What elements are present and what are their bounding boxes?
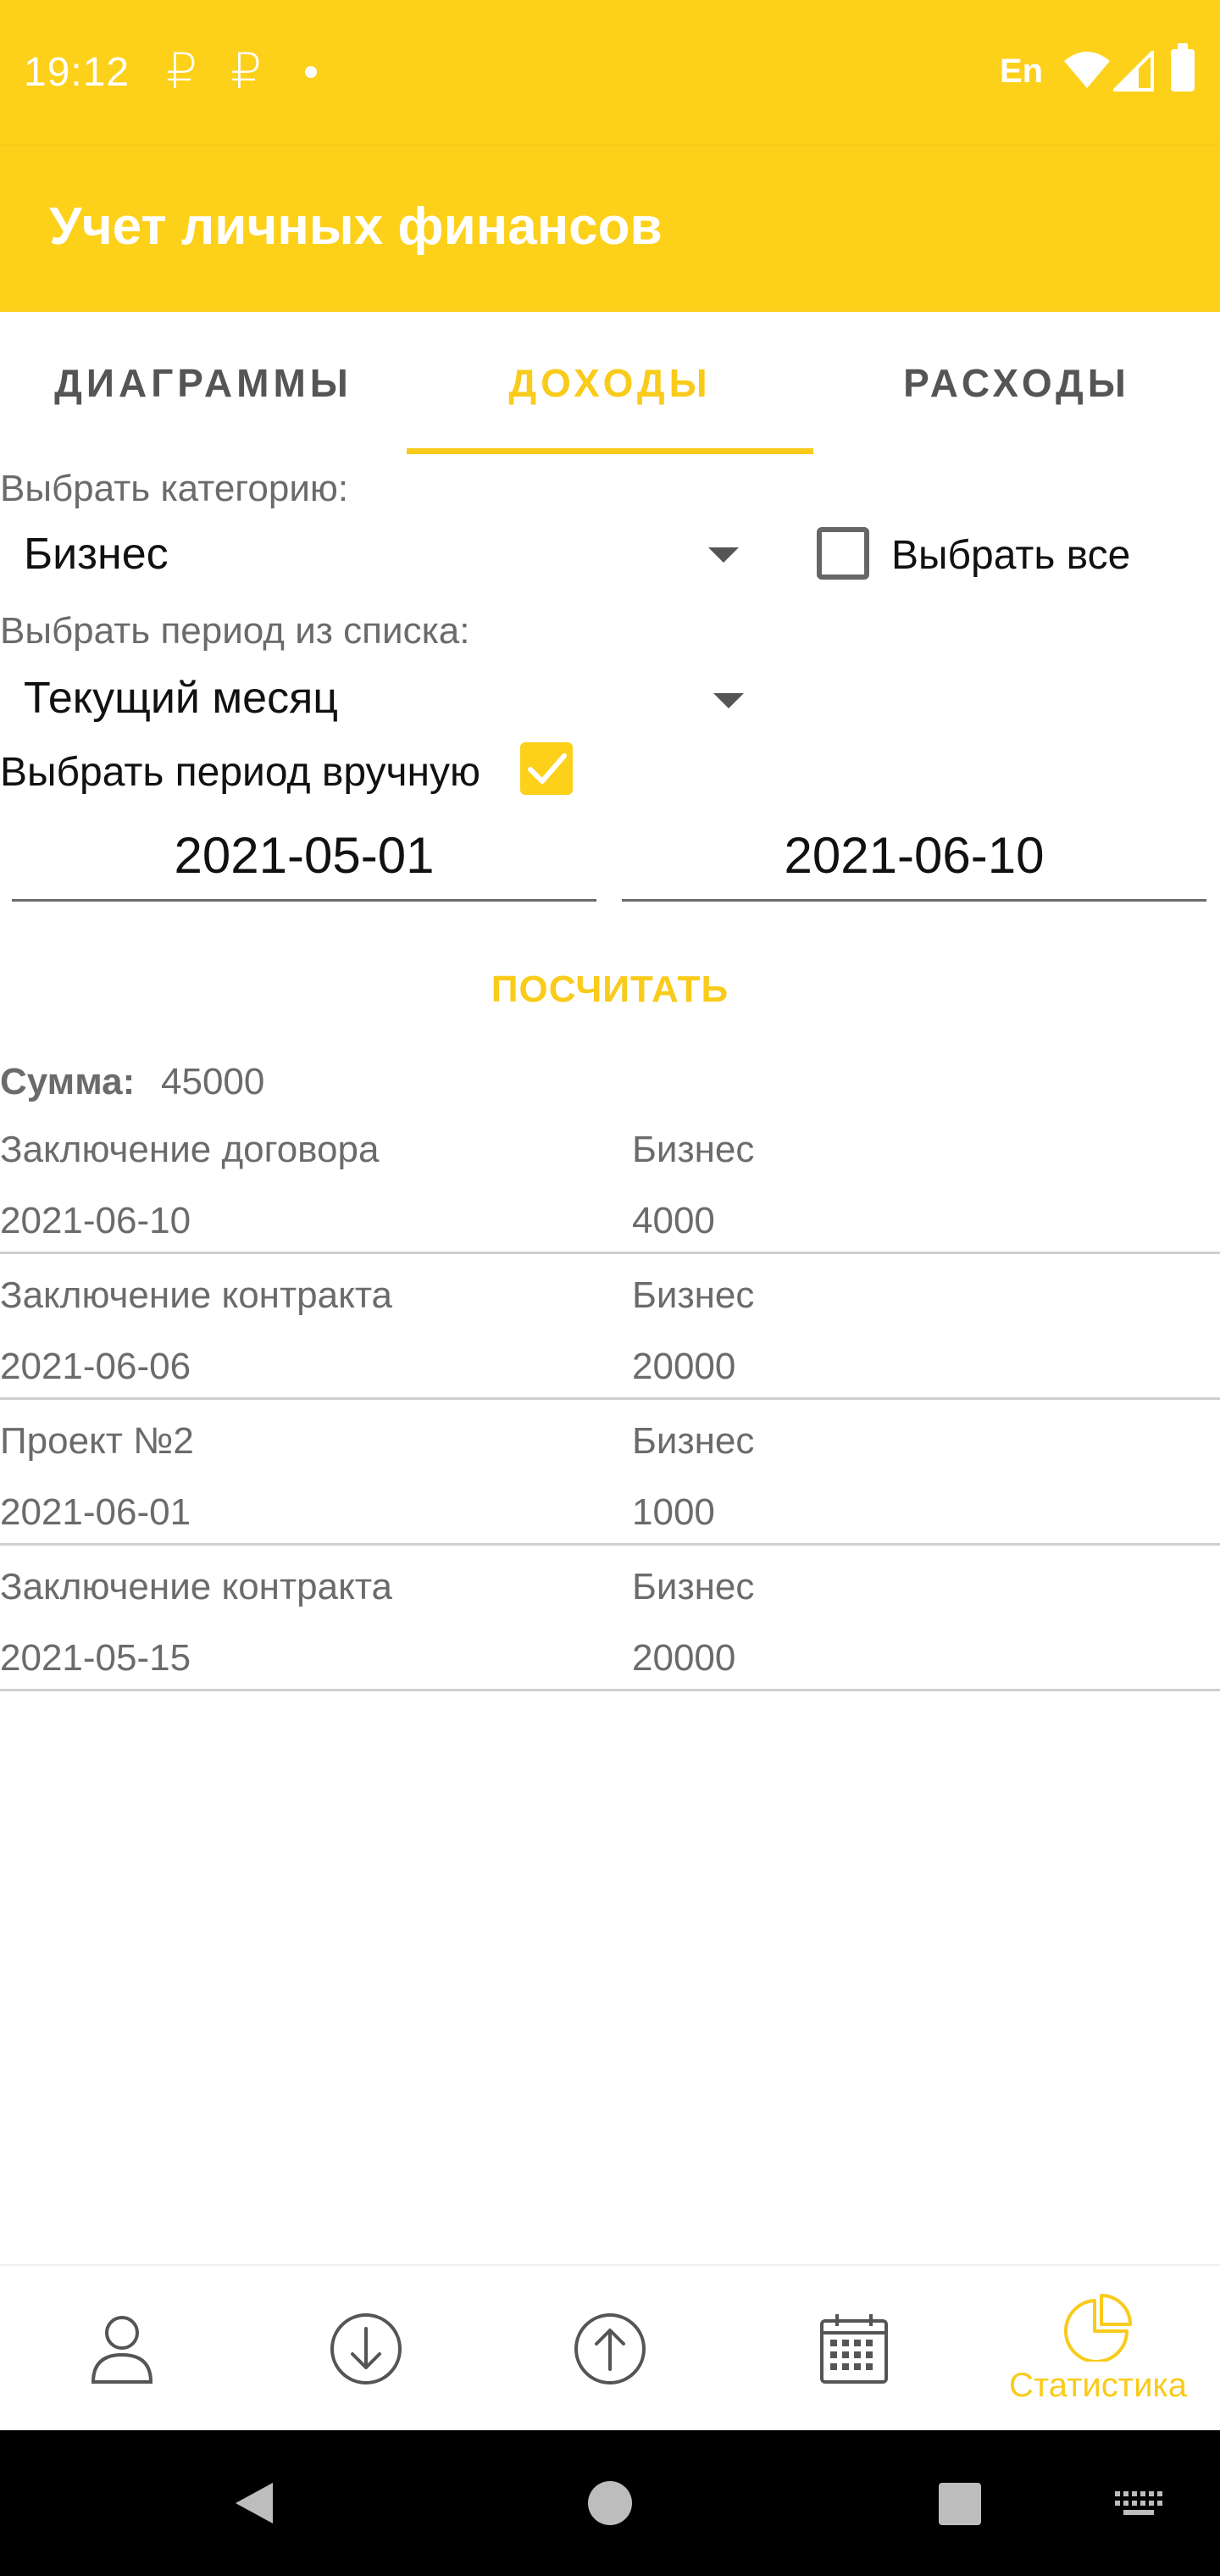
record-category: Бизнес (632, 1420, 755, 1462)
pie-chart-icon (1064, 2293, 1132, 2362)
record-title: Заключение договора (0, 1129, 380, 1170)
status-time: 19:12 (24, 50, 130, 95)
record-amount: 4000 (632, 1200, 715, 1241)
battery-icon (1171, 43, 1195, 92)
sum-label: Сумма: (0, 1061, 136, 1102)
calculate-button[interactable]: ПОСЧИТАТЬ (398, 956, 822, 1024)
dropdown-arrow-icon (708, 547, 739, 563)
signal-icon (1113, 51, 1154, 92)
manual-period-checkbox[interactable] (520, 742, 573, 795)
nav-label-statistics: Статистика (1008, 2366, 1188, 2404)
ruble-notification-icon: ₽ (230, 44, 262, 99)
back-icon[interactable] (232, 2479, 276, 2527)
date-from-field[interactable]: 2021-05-01 (12, 813, 596, 902)
more-notifications-dot-icon (305, 66, 317, 78)
nav-item-expenses[interactable] (488, 2266, 732, 2432)
tab-diagrams[interactable]: ДИАГРАММЫ (0, 312, 407, 454)
list-item[interactable]: Заключение контракта Бизнес 2021-06-06 2… (0, 1254, 1220, 1400)
list-item[interactable]: Заключение договора Бизнес 2021-06-10 40… (0, 1108, 1220, 1254)
tab-income[interactable]: ДОХОДЫ (407, 312, 813, 454)
arrow-down-circle-icon (330, 2313, 402, 2384)
dropdown-arrow-icon (713, 693, 744, 708)
app-title: Учет личных финансов (49, 197, 663, 256)
category-value: Бизнес (24, 530, 169, 579)
nav-item-statistics[interactable]: Статистика (976, 2266, 1220, 2432)
sum-value: 45000 (161, 1061, 265, 1102)
arrow-up-circle-icon (574, 2313, 646, 2384)
app-bar: Учет личных финансов (0, 146, 1220, 312)
list-item[interactable]: Заключение контракта Бизнес 2021-05-15 2… (0, 1546, 1220, 1691)
record-title: Заключение контракта (0, 1274, 392, 1316)
person-icon (91, 2316, 153, 2384)
status-bar: 19:12 ₽ ₽ En (0, 0, 1220, 146)
home-icon[interactable] (588, 2481, 632, 2525)
wifi-icon (1064, 52, 1110, 88)
nav-item-profile[interactable] (0, 2266, 244, 2432)
ruble-notification-icon: ₽ (166, 44, 197, 99)
list-item[interactable]: Проект №2 Бизнес 2021-06-01 1000 (0, 1400, 1220, 1546)
record-date: 2021-05-15 (0, 1637, 191, 1679)
record-category: Бизнес (632, 1129, 755, 1170)
record-date: 2021-06-06 (0, 1346, 191, 1387)
status-language: En (1000, 53, 1044, 90)
record-category: Бизнес (632, 1274, 755, 1316)
calendar-icon (820, 2314, 888, 2384)
select-all-checkbox[interactable] (817, 527, 869, 580)
system-navigation-bar (0, 2430, 1220, 2576)
checkmark-icon (528, 753, 567, 784)
category-label: Выбрать категорию: (0, 468, 349, 509)
period-value: Текущий месяц (24, 674, 339, 723)
recents-icon[interactable] (939, 2483, 981, 2525)
record-title: Проект №2 (0, 1420, 194, 1462)
period-spinner[interactable]: Текущий месяц (0, 659, 762, 736)
record-category: Бизнес (632, 1566, 755, 1607)
select-all-label: Выбрать все (891, 533, 1131, 578)
record-date: 2021-06-10 (0, 1200, 191, 1241)
tab-expenses[interactable]: РАСХОДЫ (813, 312, 1220, 454)
record-amount: 1000 (632, 1491, 715, 1533)
bottom-navigation: Статистика (0, 2264, 1220, 2430)
category-spinner[interactable]: Бизнес (0, 517, 762, 593)
period-label: Выбрать период из списка: (0, 610, 470, 652)
nav-item-calendar[interactable] (732, 2266, 976, 2432)
keyboard-icon[interactable] (1115, 2491, 1162, 2517)
nav-item-income[interactable] (244, 2266, 488, 2432)
record-title: Заключение контракта (0, 1566, 392, 1607)
manual-period-label: Выбрать период вручную (0, 750, 481, 795)
record-amount: 20000 (632, 1637, 736, 1679)
date-to-field[interactable]: 2021-06-10 (622, 813, 1206, 902)
record-date: 2021-06-01 (0, 1491, 191, 1533)
record-amount: 20000 (632, 1346, 736, 1387)
tab-bar: ДИАГРАММЫ ДОХОДЫ РАСХОДЫ (0, 312, 1220, 454)
